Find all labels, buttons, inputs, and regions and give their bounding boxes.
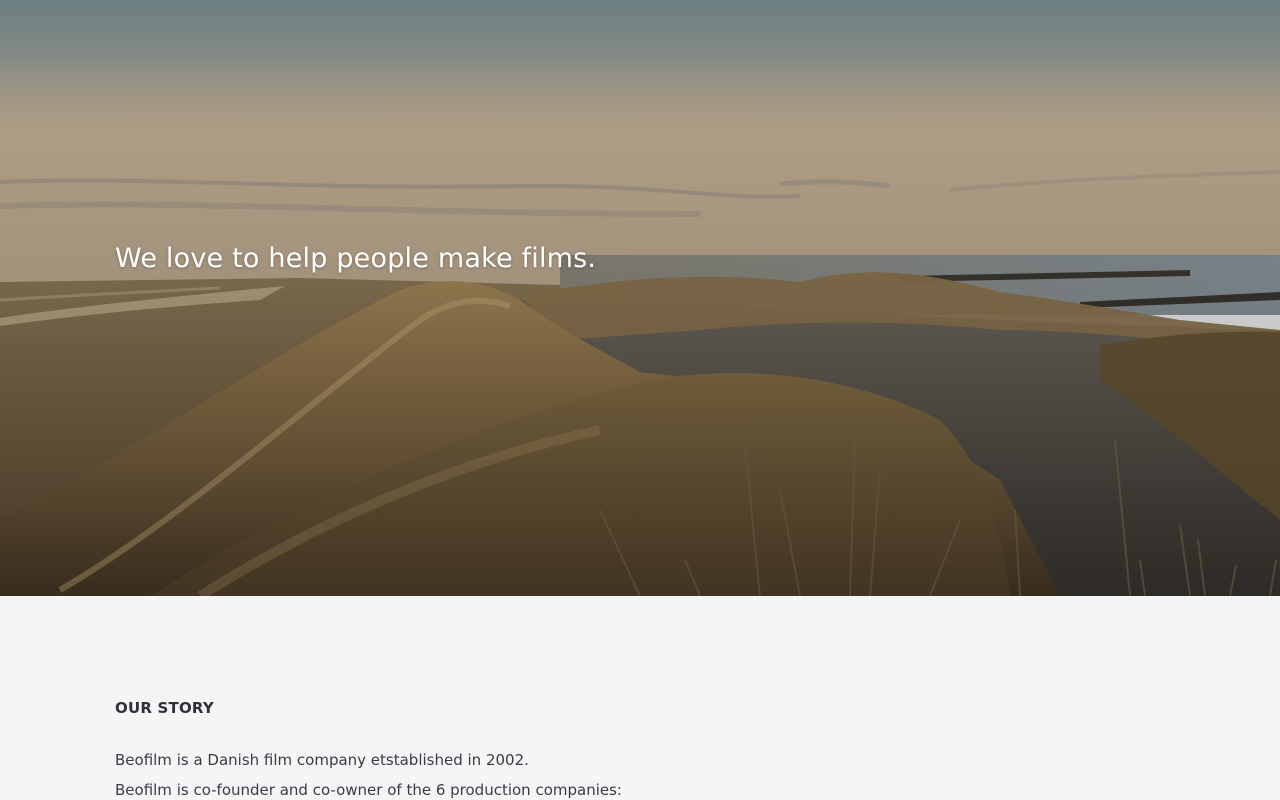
dune-landscape-photo <box>0 0 1280 596</box>
hero-section: We love to help people make films. <box>0 0 1280 596</box>
story-title: OUR STORY <box>115 699 214 717</box>
story-paragraph: Beofilm is a Danish film company etstabl… <box>115 751 529 769</box>
hero-heading: We love to help people make films. <box>115 243 597 274</box>
our-story-section: OUR STORY Beofilm is a Danish film compa… <box>0 596 1280 800</box>
story-paragraph: Beofilm is co-founder and co-owner of th… <box>115 781 622 799</box>
